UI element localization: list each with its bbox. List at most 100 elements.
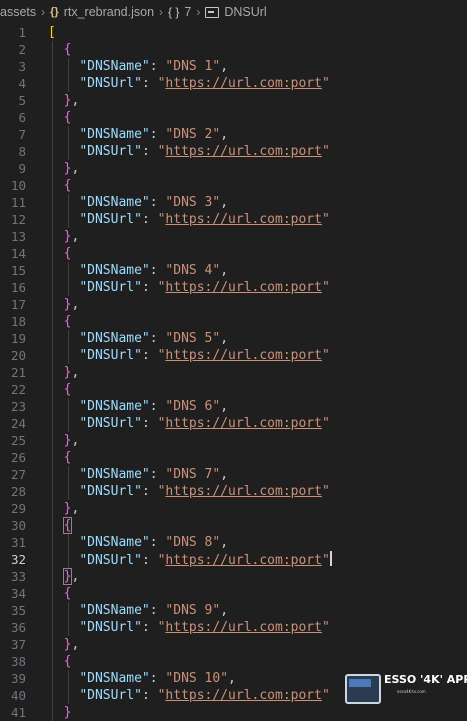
line-number: 8 [18, 144, 26, 159]
line-number: 29 [10, 501, 26, 516]
code-text: "DNSUrl": "https://url.com:port" [48, 75, 329, 92]
line-number: 4 [18, 76, 26, 91]
code-line[interactable]: 18 { [0, 313, 467, 330]
comma: , [220, 467, 229, 482]
code-line[interactable]: 3 "DNSName": "DNS 1", [0, 58, 467, 75]
code-line[interactable]: 7 "DNSName": "DNS 2", [0, 126, 467, 143]
json-key: "DNSUrl" [79, 688, 142, 703]
code-line[interactable]: 1[ [0, 24, 467, 41]
comma: , [71, 161, 80, 176]
code-line[interactable]: 23 "DNSName": "DNS 6", [0, 398, 467, 415]
object-brace: { [63, 178, 72, 193]
dns-url-link: https://url.com:port [165, 416, 322, 431]
code-text: "DNSName": "DNS 4", [48, 262, 228, 279]
code-line[interactable]: 31 "DNSName": "DNS 8", [0, 534, 467, 551]
code-line[interactable]: 20 "DNSUrl": "https://url.com:port" [0, 347, 467, 364]
json-key: "DNSUrl" [79, 348, 142, 363]
code-line[interactable]: 13 }, [0, 228, 467, 245]
line-number: 24 [10, 416, 26, 431]
comma: , [220, 59, 229, 74]
colon: : [149, 59, 166, 74]
code-line[interactable]: 11 "DNSName": "DNS 3", [0, 194, 467, 211]
watermark-subtitle: esso4K-tv.com [397, 689, 426, 694]
line-number: 3 [18, 59, 26, 74]
line-number: 5 [18, 93, 26, 108]
line-number: 32 [10, 552, 26, 567]
code-line[interactable]: 32 "DNSUrl": "https://url.com:port" [0, 551, 467, 568]
code-line[interactable]: 8 "DNSUrl": "https://url.com:port" [0, 143, 467, 160]
code-line[interactable]: 15 "DNSName": "DNS 4", [0, 262, 467, 279]
code-line[interactable]: 35 "DNSName": "DNS 9", [0, 602, 467, 619]
code-text: "DNSUrl": "https://url.com:port" [48, 551, 332, 569]
code-line[interactable]: 37 }, [0, 636, 467, 653]
chevron-right-icon: › [159, 5, 164, 19]
colon: : [141, 553, 158, 568]
code-text: "DNSUrl": "https://url.com:port" [48, 415, 329, 432]
code-text: "DNSName": "DNS 9", [48, 602, 228, 619]
code-line[interactable]: 38 { [0, 653, 467, 670]
code-line[interactable]: 6 { [0, 109, 467, 126]
object-brace: { [63, 586, 72, 601]
array-bracket: [ [48, 25, 56, 40]
code-line[interactable]: 14 { [0, 245, 467, 262]
code-line[interactable]: 5 }, [0, 92, 467, 109]
code-line[interactable]: 12 "DNSUrl": "https://url.com:port" [0, 211, 467, 228]
code-line[interactable]: 2 { [0, 41, 467, 58]
code-line[interactable]: 36 "DNSUrl": "https://url.com:port" [0, 619, 467, 636]
comma: , [220, 263, 229, 278]
object-brace: { [63, 450, 72, 465]
breadcrumb-field[interactable]: DNSUrl [224, 5, 266, 19]
object-brace: } [63, 705, 72, 720]
code-line[interactable]: 34 { [0, 585, 467, 602]
code-line[interactable]: 33 }, [0, 568, 467, 585]
line-number: 36 [10, 620, 26, 635]
code-line[interactable]: 26 { [0, 449, 467, 466]
line-number: 20 [10, 348, 26, 363]
code-line[interactable]: 24 "DNSUrl": "https://url.com:port" [0, 415, 467, 432]
field-icon [205, 6, 220, 18]
code-line[interactable]: 25 }, [0, 432, 467, 449]
code-line[interactable]: 19 "DNSName": "DNS 5", [0, 330, 467, 347]
code-editor[interactable]: 1[2 {3 "DNSName": "DNS 1", 4 "DNSUrl": "h… [0, 24, 467, 721]
code-line[interactable]: 17 }, [0, 296, 467, 313]
quote: " [321, 212, 330, 227]
code-line[interactable]: 21 }, [0, 364, 467, 381]
code-text: { [48, 585, 72, 602]
code-line[interactable]: 27 "DNSName": "DNS 7", [0, 466, 467, 483]
line-number: 40 [10, 688, 26, 703]
json-key: "DNSName" [79, 331, 150, 346]
code-line[interactable]: 28 "DNSUrl": "https://url.com:port" [0, 483, 467, 500]
code-line[interactable]: 30 { [0, 517, 467, 534]
object-brace: { [63, 654, 72, 669]
watermark-title: ESSO '4K' APPS [384, 673, 467, 686]
line-number: 39 [10, 671, 26, 686]
code-line[interactable]: 22 { [0, 381, 467, 398]
dns-url-link: https://url.com:port [165, 144, 322, 159]
dns-url-link: https://url.com:port [165, 212, 322, 227]
code-text: { [48, 177, 72, 194]
code-text: "DNSName": "DNS 8", [48, 534, 228, 551]
json-key: "DNSUrl" [79, 484, 142, 499]
code-line[interactable]: 10 { [0, 177, 467, 194]
breadcrumb-folder[interactable]: assets [0, 5, 36, 19]
chevron-right-icon: › [41, 5, 46, 19]
breadcrumb-object[interactable]: 7 [184, 5, 191, 19]
json-key: "DNSUrl" [79, 280, 142, 295]
line-number: 34 [10, 586, 26, 601]
code-line[interactable]: 9 }, [0, 160, 467, 177]
json-key: "DNSName" [79, 535, 150, 550]
comma: , [220, 399, 229, 414]
code-text: }, [48, 636, 80, 653]
code-text: } [48, 704, 72, 721]
line-number: 11 [10, 195, 26, 210]
breadcrumb-file[interactable]: rtx_rebrand.json [64, 5, 154, 19]
dns-name-value: "DNS 3" [165, 195, 221, 210]
dns-url-link: https://url.com:port [165, 76, 322, 91]
dns-name-value: "DNS 7" [165, 467, 221, 482]
code-line[interactable]: 16 "DNSUrl": "https://url.com:port" [0, 279, 467, 296]
code-line[interactable]: 4 "DNSUrl": "https://url.com:port" [0, 75, 467, 92]
line-number: 37 [10, 637, 26, 652]
breadcrumb: assets › {} rtx_rebrand.json › { } 7 › D… [0, 0, 467, 24]
code-line[interactable]: 29 }, [0, 500, 467, 517]
colon: : [141, 280, 158, 295]
